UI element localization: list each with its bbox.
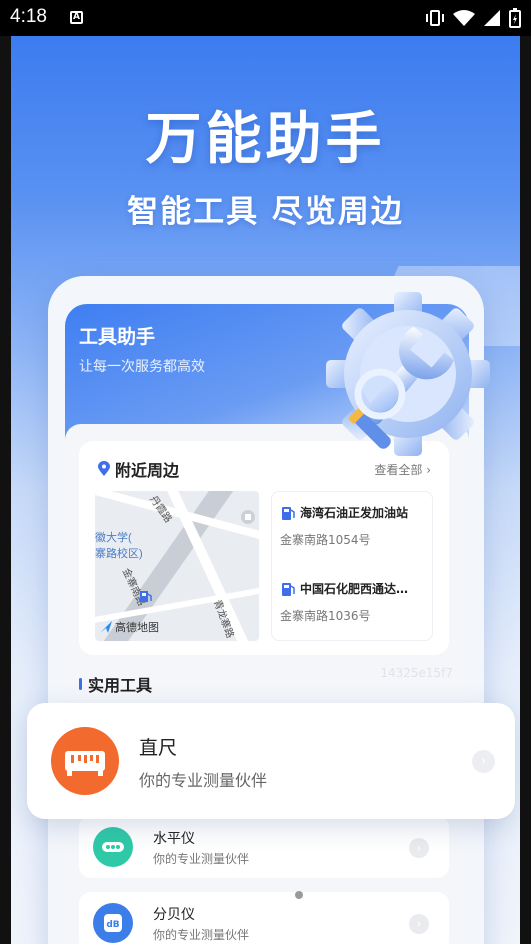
app-screen: 万能助手 智能工具 尽览周边 工具助手 让每一次服务都高效 附近周边 查看全部 … (11, 36, 520, 944)
station-item[interactable]: 海湾石油正发加油站 金寨南路1054号 (280, 504, 430, 548)
decibel-icon: dB (93, 903, 133, 943)
chevron-right-icon: › (472, 750, 495, 773)
status-icons (425, 8, 521, 28)
signal-icon (484, 10, 500, 26)
location-pin-icon (98, 461, 110, 476)
status-time: 4:18 (10, 6, 47, 27)
wifi-icon (453, 10, 475, 26)
app-header-title: 工具助手 (79, 326, 156, 348)
nearby-title: 附近周边 (115, 461, 180, 480)
app-header-subtitle: 让每一次服务都高效 (79, 359, 205, 375)
gas-station-icon (282, 506, 295, 520)
station-address: 金寨南路1036号 (280, 609, 371, 623)
watermark: 14325e15f7 (380, 666, 453, 680)
chevron-right-icon: › (409, 838, 429, 858)
tools-header: 实用工具 (79, 672, 152, 696)
hero-title: 万能助手 (145, 107, 386, 172)
popup-tool-desc: 你的专业测量伙伴 (139, 771, 268, 790)
nearby-header: 附近周边 (97, 457, 179, 481)
popup-tool-name: 直尺 (139, 737, 178, 759)
tools-title: 实用工具 (88, 676, 153, 695)
tool-item-level[interactable]: 水平仪 你的专业测量伙伴 › (79, 816, 449, 878)
chevron-right-icon: › (409, 914, 429, 934)
map-label: 寨路校区) (95, 548, 143, 560)
vibrate-icon (426, 10, 444, 26)
station-list: 海湾石油正发加油站 金寨南路1054号 中国石化肥西通达… 金寨南路1036号 (271, 491, 433, 641)
station-name-row: 海湾石油正发加油站 (280, 504, 430, 521)
status-bar: 4:18 A (0, 0, 531, 36)
indicator-dot (295, 891, 303, 899)
content-panel: 附近周边 查看全部 › 丹霞路 徽大学( 寨路校区) 金寨南路 青龙寨路 高德地… (65, 424, 469, 944)
tool-desc: 你的专业测量伙伴 (153, 852, 250, 866)
poi-marker-icon (241, 510, 255, 524)
svg-text:dB: dB (106, 920, 119, 930)
hero-subtitle: 智能工具 尽览周边 (127, 194, 404, 230)
ruler-popup-card[interactable]: 直尺 你的专业测量伙伴 › (27, 703, 515, 819)
notification-icon: A (70, 11, 83, 24)
station-name: 中国石化肥西通达… (300, 582, 409, 596)
station-name: 海湾石油正发加油站 (300, 506, 409, 520)
level-icon (93, 827, 133, 867)
navigation-arrow-icon (100, 621, 112, 633)
tool-name: 水平仪 (153, 831, 195, 847)
station-address: 金寨南路1054号 (280, 533, 371, 547)
tool-name: 分贝仪 (153, 907, 195, 923)
map-logo: 高德地图 (99, 619, 159, 635)
tool-item-decibel[interactable]: dB 分贝仪 你的专业测量伙伴 › (79, 892, 449, 944)
gear-wrench-icon (326, 292, 490, 456)
map-view[interactable]: 丹霞路 徽大学( 寨路校区) 金寨南路 青龙寨路 高德地图 (95, 491, 259, 641)
section-bar (79, 678, 82, 690)
gas-station-marker-icon (140, 591, 152, 602)
tool-desc: 你的专业测量伙伴 (153, 928, 250, 942)
station-name-row: 中国石化肥西通达… (280, 580, 430, 597)
station-item[interactable]: 中国石化肥西通达… 金寨南路1036号 (280, 580, 430, 624)
gas-station-icon (282, 582, 295, 596)
map-label: 徽大学( (95, 532, 132, 544)
map-logo-text: 高德地图 (115, 621, 159, 634)
battery-icon (509, 8, 521, 28)
ruler-icon (51, 727, 119, 795)
